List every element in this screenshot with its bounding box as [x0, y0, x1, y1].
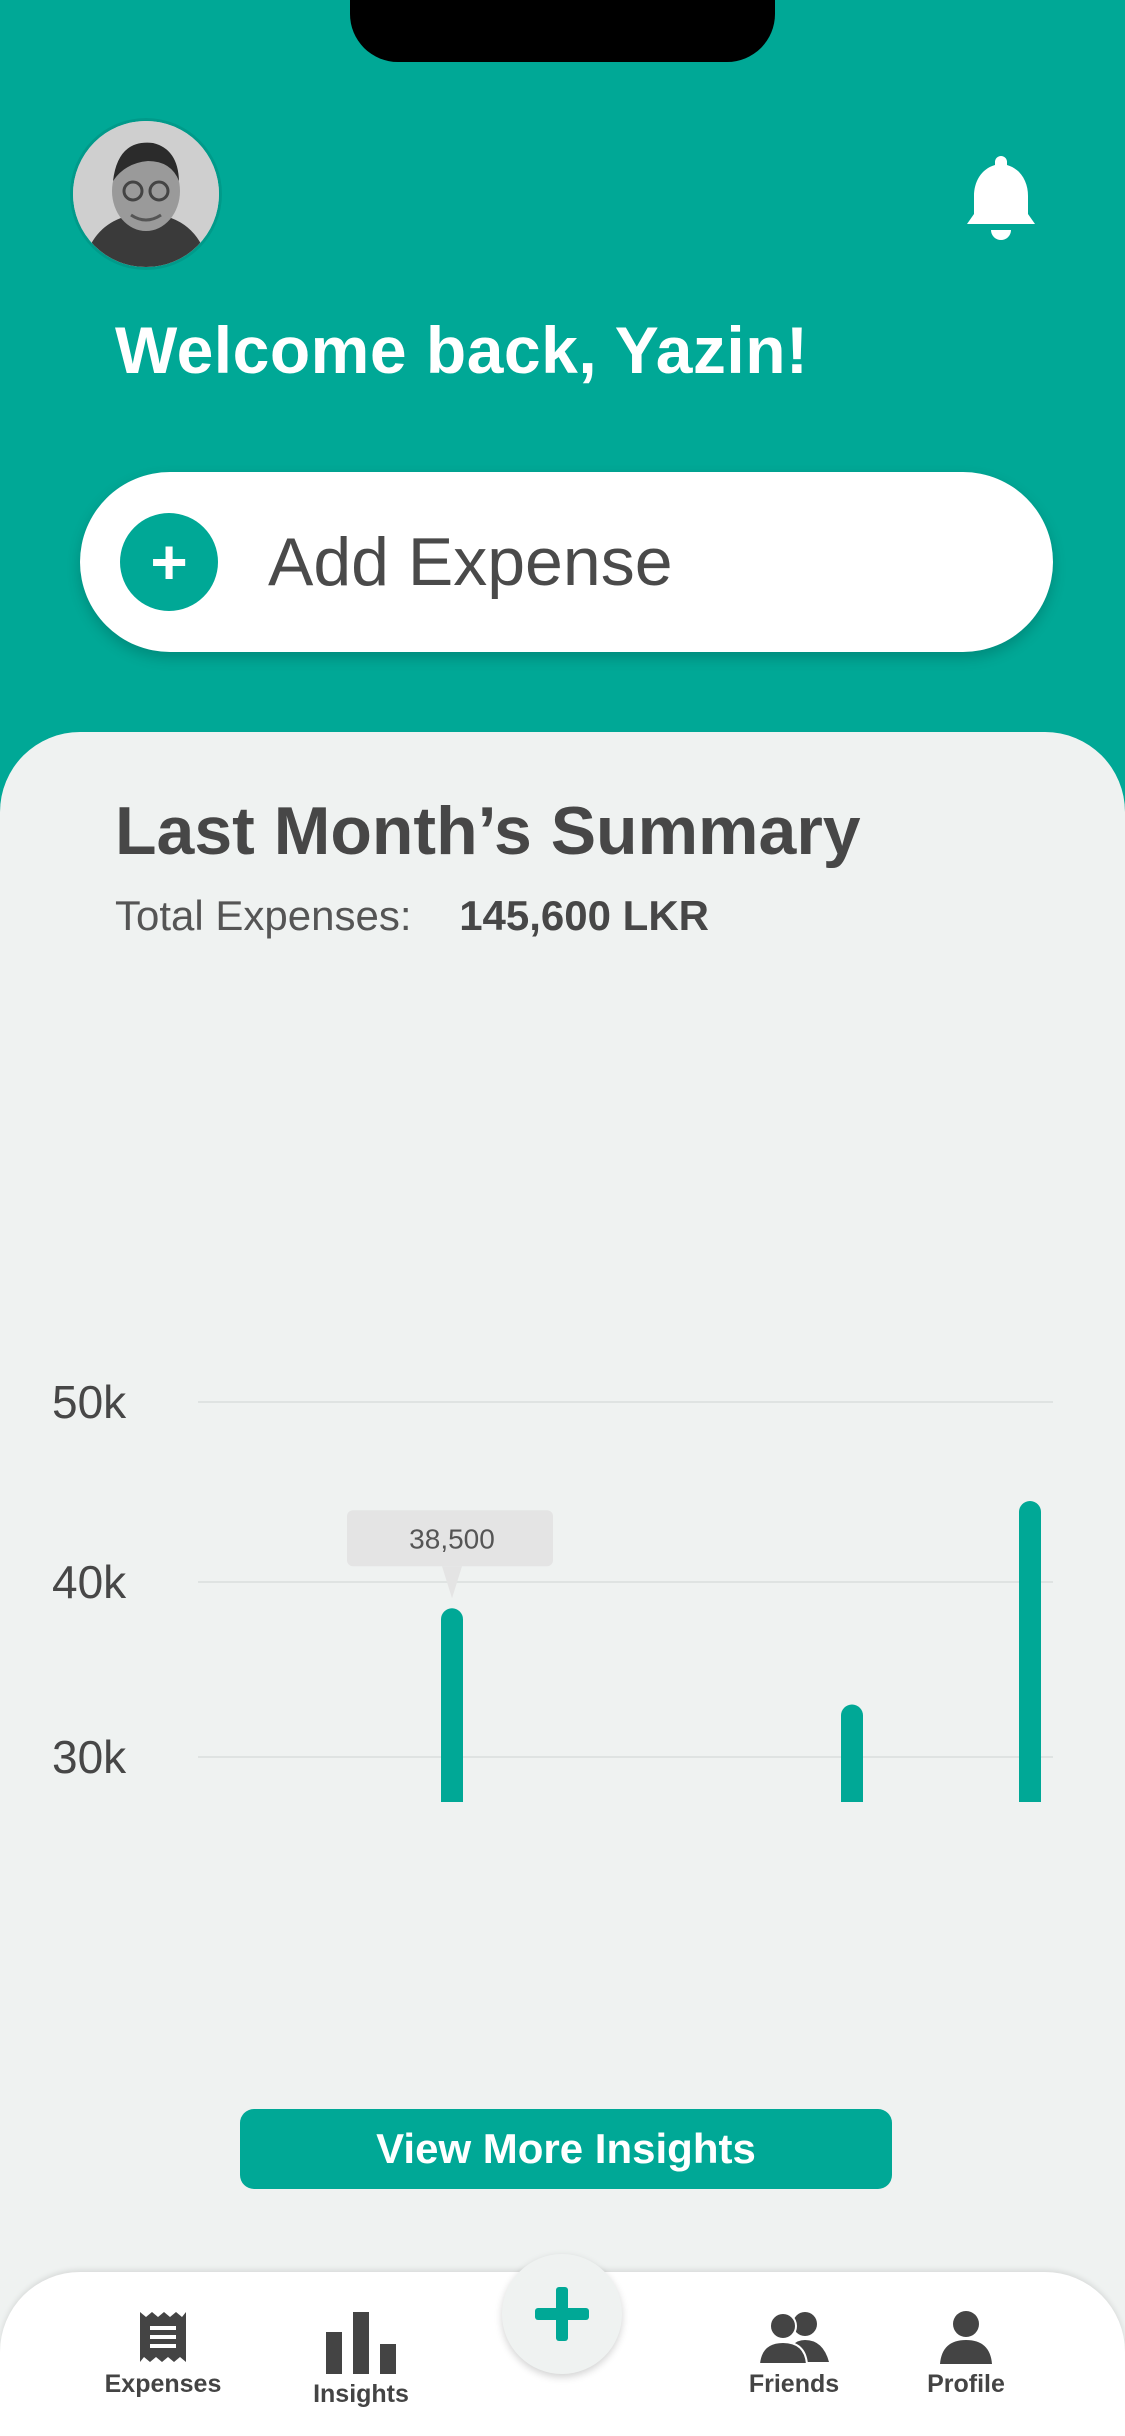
y-tick-label: 50k [52, 1376, 127, 1428]
bar-grocery[interactable] [1019, 1501, 1041, 1802]
nav-label-friends: Friends [748, 2370, 840, 2398]
device-notch [350, 0, 775, 62]
receipt-icon [140, 2312, 186, 2362]
avatar[interactable] [73, 121, 219, 267]
expenses-bar-chart: 1k20k30k40k50kTransportFood38,500Clothin… [52, 1376, 1053, 1803]
summary-title: Last Month’s Summary [115, 793, 861, 869]
nav-friends[interactable]: Friends [714, 2310, 874, 2399]
nav-profile[interactable]: Profile [886, 2310, 1046, 2399]
value-tooltip: 38,500 [347, 1510, 553, 1599]
plus-icon [535, 2287, 589, 2341]
y-tick-label: 40k [52, 1556, 127, 1608]
total-expenses: Total Expenses: 145,600 LKR [115, 892, 709, 940]
nav-label-expenses: Expenses [104, 2370, 222, 2398]
nav-insights[interactable]: Insights [281, 2310, 441, 2409]
bar-food[interactable] [441, 1608, 463, 1802]
nav-label-profile: Profile [927, 2370, 1005, 2398]
y-tick-label: 30k [52, 1731, 127, 1783]
add-expense-button[interactable]: + Add Expense [80, 472, 1053, 652]
plus-icon: + [120, 513, 218, 611]
total-label: Total Expenses: [115, 892, 412, 939]
total-value: 145,600 LKR [459, 892, 709, 939]
bar-chart-icon [326, 2312, 396, 2374]
bar-utility[interactable] [841, 1704, 863, 1803]
notification-bell-icon[interactable] [965, 152, 1037, 242]
welcome-heading: Welcome back, Yazin! [115, 313, 809, 387]
add-fab-button[interactable] [502, 2254, 622, 2374]
nav-expenses[interactable]: Expenses [83, 2310, 243, 2399]
user-icon [940, 2311, 992, 2364]
users-icon [757, 2312, 829, 2364]
summary-panel: Last Month’s Summary Total Expenses: 145… [0, 732, 1125, 2436]
nav-label-insights: Insights [313, 2380, 409, 2408]
tooltip-label: 38,500 [409, 1523, 495, 1554]
view-more-insights-button[interactable]: View More Insights [240, 2109, 892, 2189]
add-expense-label: Add Expense [268, 524, 673, 600]
